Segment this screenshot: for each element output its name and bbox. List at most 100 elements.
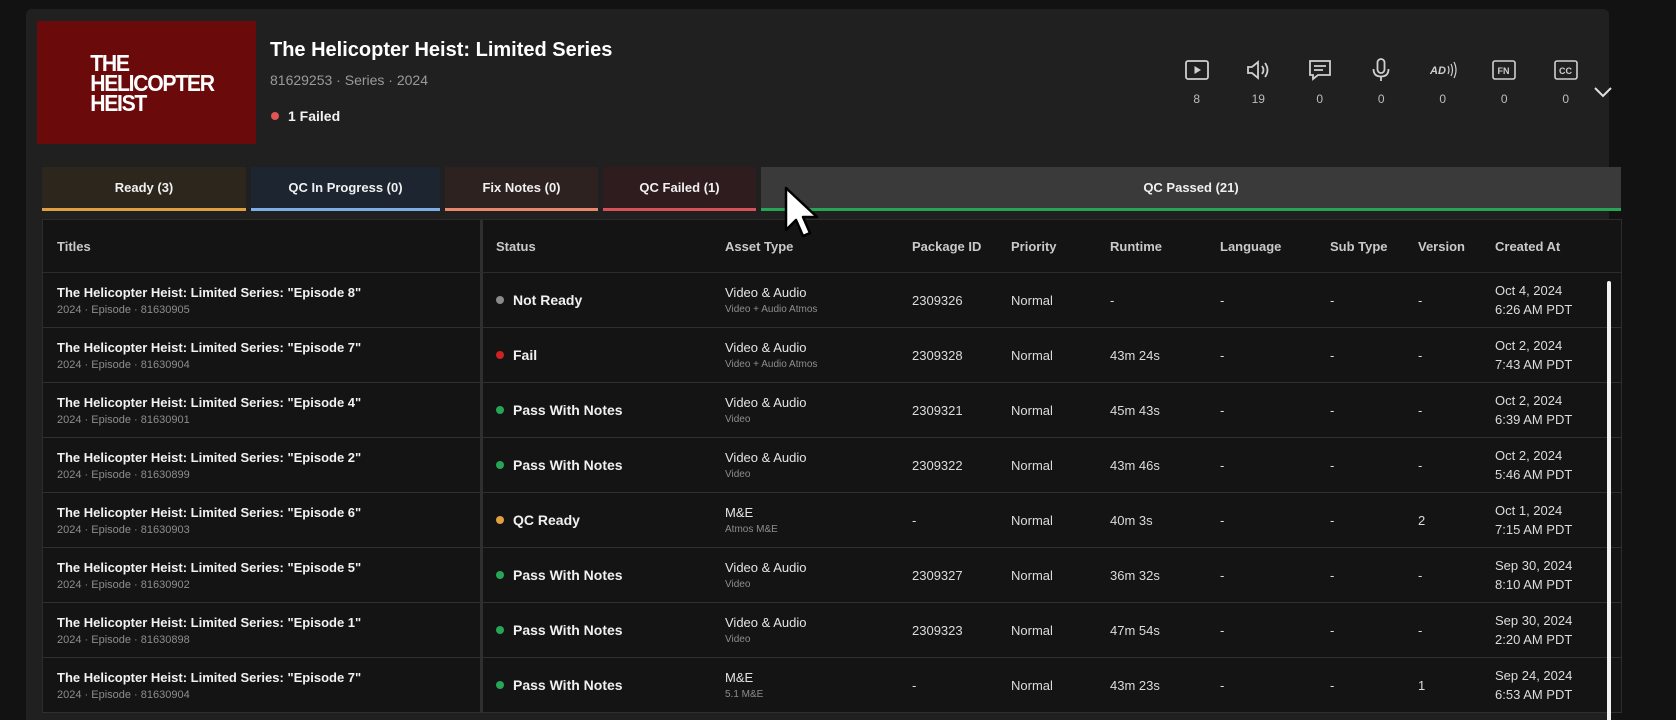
tab-ready[interactable]: Ready (3) — [42, 167, 246, 211]
column-runtime[interactable]: Runtime — [1110, 239, 1220, 254]
package-id: 2309321 — [912, 402, 963, 418]
mouse-cursor-icon — [784, 186, 819, 238]
row-asset-cell: Video & Audio Video + Audio Atmos — [725, 285, 912, 315]
sub-type: - — [1330, 567, 1335, 583]
title-meta: 81629253 · Series · 2024 — [270, 72, 428, 88]
stat-closed-captions-count: 0 — [1562, 92, 1570, 106]
row-title[interactable]: The Helicopter Heist: Limited Series: "E… — [57, 505, 480, 520]
column-priority[interactable]: Priority — [1011, 239, 1110, 254]
row-asset-cell: Video & Audio Video — [725, 615, 912, 645]
video-play-icon — [1184, 60, 1209, 80]
created-time: 7:43 AM PDT — [1495, 357, 1573, 372]
sub-type: - — [1330, 457, 1335, 473]
row-status-cell: Not Ready — [483, 292, 725, 308]
table-row[interactable]: The Helicopter Heist: Limited Series: "E… — [42, 548, 1622, 603]
created-time: 6:53 AM PDT — [1495, 687, 1573, 702]
row-asset-cell: Video & Audio Video — [725, 395, 912, 425]
asset-type: Video & Audio — [725, 450, 807, 465]
created-date: Sep 24, 2024 — [1495, 668, 1573, 683]
tab-qc-passed-label: QC Passed (21) — [1143, 180, 1239, 195]
status-label: Pass With Notes — [513, 457, 623, 473]
stat-dubbing[interactable]: 0 — [1351, 56, 1413, 106]
row-title[interactable]: The Helicopter Heist: Limited Series: "E… — [57, 615, 480, 630]
row-status-cell: Pass With Notes — [483, 457, 725, 473]
stat-subtitles[interactable]: 0 — [1289, 56, 1351, 106]
language: - — [1220, 402, 1225, 418]
title-poster[interactable]: THE HELICOPTER HEIST — [37, 21, 256, 144]
column-language[interactable]: Language — [1220, 239, 1330, 254]
stat-audio-description[interactable]: AD 0 — [1412, 56, 1474, 106]
column-version[interactable]: Version — [1418, 239, 1495, 254]
failed-summary-label: 1 Failed — [288, 108, 341, 124]
tab-qc-in-progress[interactable]: QC In Progress (0) — [251, 167, 440, 211]
table-row[interactable]: The Helicopter Heist: Limited Series: "E… — [42, 658, 1622, 713]
tab-fix-notes[interactable]: Fix Notes (0) — [445, 167, 598, 211]
page-title: The Helicopter Heist: Limited Series — [270, 39, 613, 61]
status-label: QC Ready — [513, 512, 580, 528]
asset-type: Video & Audio — [725, 340, 807, 355]
row-status-cell: QC Ready — [483, 512, 725, 528]
row-title[interactable]: The Helicopter Heist: Limited Series: "E… — [57, 340, 480, 355]
asset-subtype: Atmos M&E — [725, 524, 778, 535]
stat-audio-description-count: 0 — [1439, 92, 1447, 106]
created-date: Oct 4, 2024 — [1495, 283, 1563, 298]
column-sub-type[interactable]: Sub Type — [1330, 239, 1418, 254]
table-row[interactable]: The Helicopter Heist: Limited Series: "E… — [42, 493, 1622, 548]
stat-audio[interactable]: 19 — [1228, 56, 1290, 106]
table-row[interactable]: The Helicopter Heist: Limited Series: "E… — [42, 328, 1622, 383]
sub-type: - — [1330, 677, 1335, 693]
runtime: 43m 24s — [1110, 347, 1160, 363]
language: - — [1220, 512, 1225, 528]
package-id: - — [912, 512, 917, 528]
stat-video[interactable]: 8 — [1166, 56, 1228, 106]
stat-audio-count: 19 — [1251, 92, 1265, 106]
stat-closed-captions[interactable]: CC 0 — [1535, 56, 1597, 106]
column-titles[interactable]: Titles — [43, 220, 483, 272]
row-title[interactable]: The Helicopter Heist: Limited Series: "E… — [57, 560, 480, 575]
row-asset-cell: M&E 5.1 M&E — [725, 670, 912, 700]
created-time: 6:39 AM PDT — [1495, 412, 1573, 427]
table-row[interactable]: The Helicopter Heist: Limited Series: "E… — [42, 603, 1622, 658]
row-title-cell: The Helicopter Heist: Limited Series: "E… — [43, 438, 483, 492]
created-date: Oct 2, 2024 — [1495, 448, 1563, 463]
row-title[interactable]: The Helicopter Heist: Limited Series: "E… — [57, 670, 480, 685]
table-scrollbar[interactable] — [1607, 281, 1611, 720]
row-asset-cell: M&E Atmos M&E — [725, 505, 912, 535]
column-status[interactable]: Status — [483, 239, 725, 254]
row-title[interactable]: The Helicopter Heist: Limited Series: "E… — [57, 395, 480, 410]
row-status-cell: Pass With Notes — [483, 567, 725, 583]
asset-type: M&E — [725, 505, 754, 520]
status-label: Fail — [513, 347, 538, 363]
svg-text:CC: CC — [1559, 66, 1572, 76]
table-row[interactable]: The Helicopter Heist: Limited Series: "E… — [42, 438, 1622, 493]
runtime: - — [1110, 292, 1115, 308]
column-package-id[interactable]: Package ID — [912, 239, 1011, 254]
row-status-cell: Pass With Notes — [483, 402, 725, 418]
created-date: Oct 2, 2024 — [1495, 338, 1563, 353]
created-time: 2:20 AM PDT — [1495, 632, 1573, 647]
stat-forced-narrative[interactable]: FN 0 — [1474, 56, 1536, 106]
chevron-down-icon[interactable] — [1592, 81, 1614, 103]
row-title-meta: 2024 · Episode · 81630903 — [57, 523, 190, 536]
tab-qc-passed[interactable]: QC Passed (21) — [761, 167, 1621, 211]
stat-dubbing-count: 0 — [1377, 92, 1385, 106]
created-at: Sep 24, 2024 6:53 AM PDT — [1495, 666, 1605, 704]
priority: Normal — [1011, 677, 1053, 693]
svg-text:FN: FN — [1498, 66, 1510, 76]
asset-subtype: Video + Audio Atmos — [725, 304, 818, 315]
status-dot — [496, 571, 504, 579]
language: - — [1220, 677, 1225, 693]
created-time: 5:46 AM PDT — [1495, 467, 1573, 482]
tab-qc-failed[interactable]: QC Failed (1) — [603, 167, 756, 211]
row-title[interactable]: The Helicopter Heist: Limited Series: "E… — [57, 285, 480, 300]
row-title-cell: The Helicopter Heist: Limited Series: "E… — [43, 603, 483, 657]
column-created-at[interactable]: Created At — [1495, 237, 1605, 256]
table-row[interactable]: The Helicopter Heist: Limited Series: "E… — [42, 273, 1622, 328]
asset-subtype: Video — [725, 579, 751, 590]
table-row[interactable]: The Helicopter Heist: Limited Series: "E… — [42, 383, 1622, 438]
qc-status-tabs: Ready (3) QC In Progress (0) Fix Notes (… — [42, 167, 1621, 211]
version: - — [1418, 292, 1423, 308]
row-title[interactable]: The Helicopter Heist: Limited Series: "E… — [57, 450, 480, 465]
row-title-cell: The Helicopter Heist: Limited Series: "E… — [43, 548, 483, 602]
package-id: 2309323 — [912, 622, 963, 638]
